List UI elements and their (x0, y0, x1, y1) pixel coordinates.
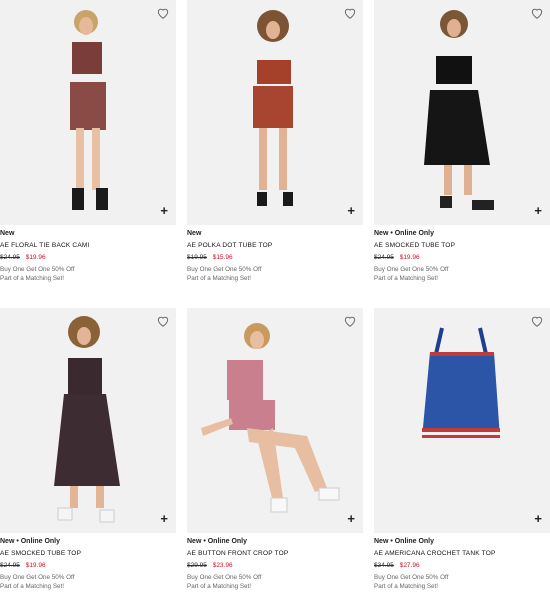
original-price: $34.95 (374, 562, 394, 569)
quick-add-button[interactable]: + (160, 204, 168, 217)
model-photo (253, 10, 293, 206)
quick-add-button[interactable]: + (534, 512, 542, 525)
promo-text: Buy One Get One 50% Off (0, 574, 75, 581)
sale-price: $27.96 (399, 562, 420, 569)
model-photo (201, 323, 340, 513)
original-price: $29.95 (187, 562, 207, 569)
product-prices: $19.95 $15.96 (187, 254, 233, 261)
product-image[interactable]: + (187, 308, 363, 533)
product-image[interactable]: + (374, 308, 550, 533)
product-photo (422, 327, 500, 438)
product-prices: $34.95 $27.96 (374, 562, 420, 569)
promo-text: Buy One Get One 50% Off (187, 266, 262, 273)
matching-set-link[interactable]: Part of a Matching Set! (374, 275, 438, 282)
product-card[interactable]: + New AE FLORAL TIE BACK CAMI $24.95 $19… (0, 0, 176, 300)
product-card[interactable]: + New • Online Only AE SMOCKED TUBE TOP … (374, 0, 550, 300)
quick-add-button[interactable]: + (347, 512, 355, 525)
matching-set-link[interactable]: Part of a Matching Set! (0, 583, 64, 590)
original-price: $19.95 (187, 254, 207, 261)
heart-icon[interactable] (156, 314, 170, 328)
matching-set-link[interactable]: Part of a Matching Set! (0, 275, 64, 282)
product-badge: New (0, 230, 15, 237)
product-image[interactable]: + (0, 308, 176, 533)
matching-set-link[interactable]: Part of a Matching Set! (187, 583, 251, 590)
heart-icon[interactable] (530, 6, 544, 20)
heart-icon[interactable] (343, 314, 357, 328)
matching-set-link[interactable]: Part of a Matching Set! (187, 275, 251, 282)
product-name[interactable]: AE AMERICANA CROCHET TANK TOP (374, 550, 496, 557)
product-name[interactable]: AE SMOCKED TUBE TOP (0, 550, 81, 557)
sale-price: $23.96 (212, 562, 233, 569)
sale-price: $19.96 (25, 562, 46, 569)
product-name[interactable]: AE POLKA DOT TUBE TOP (187, 242, 272, 249)
product-name[interactable]: AE FLORAL TIE BACK CAMI (0, 242, 89, 249)
heart-icon[interactable] (343, 6, 357, 20)
quick-add-button[interactable]: + (534, 204, 542, 217)
model-photo (54, 316, 120, 523)
heart-icon[interactable] (156, 6, 170, 20)
matching-set-link[interactable]: Part of a Matching Set! (374, 583, 438, 590)
model-photo (424, 10, 494, 210)
product-name[interactable]: AE SMOCKED TUBE TOP (374, 242, 455, 249)
product-card[interactable]: + New • Online Only AE SMOCKED TUBE TOP … (0, 308, 176, 598)
promo-text: Buy One Get One 50% Off (374, 574, 449, 581)
sale-price: $19.96 (399, 254, 420, 261)
promo-text: Buy One Get One 50% Off (0, 266, 75, 273)
heart-icon[interactable] (530, 314, 544, 328)
product-badge: New • Online Only (374, 538, 435, 545)
promo-text: Buy One Get One 50% Off (374, 266, 449, 273)
product-prices: $24.95 $19.96 (374, 254, 420, 261)
sale-price: $15.96 (212, 254, 233, 261)
product-badge: New (187, 230, 202, 237)
product-badge: New • Online Only (374, 230, 435, 237)
product-badge: New • Online Only (0, 538, 61, 545)
sale-price: $19.96 (25, 254, 46, 261)
original-price: $24.95 (0, 562, 20, 569)
product-card[interactable]: + New AE POLKA DOT TUBE TOP $19.95 $15.9… (187, 0, 363, 300)
product-image[interactable]: + (187, 0, 363, 225)
original-price: $24.95 (0, 254, 20, 261)
product-prices: $24.95 $19.96 (0, 254, 46, 261)
product-prices: $24.95 $19.96 (0, 562, 46, 569)
model-photo (70, 10, 108, 210)
promo-text: Buy One Get One 50% Off (187, 574, 262, 581)
product-prices: $29.95 $23.96 (187, 562, 233, 569)
product-card[interactable]: + New • Online Only AE BUTTON FRONT CROP… (187, 308, 363, 598)
product-badge: New • Online Only (187, 538, 248, 545)
product-name[interactable]: AE BUTTON FRONT CROP TOP (187, 550, 288, 557)
product-image[interactable]: + (0, 0, 176, 225)
product-grid: + New AE FLORAL TIE BACK CAMI $24.95 $19… (0, 0, 550, 598)
product-image[interactable]: + (374, 0, 550, 225)
product-card[interactable]: + New • Online Only AE AMERICANA CROCHET… (374, 308, 550, 598)
original-price: $24.95 (374, 254, 394, 261)
quick-add-button[interactable]: + (160, 512, 168, 525)
quick-add-button[interactable]: + (347, 204, 355, 217)
